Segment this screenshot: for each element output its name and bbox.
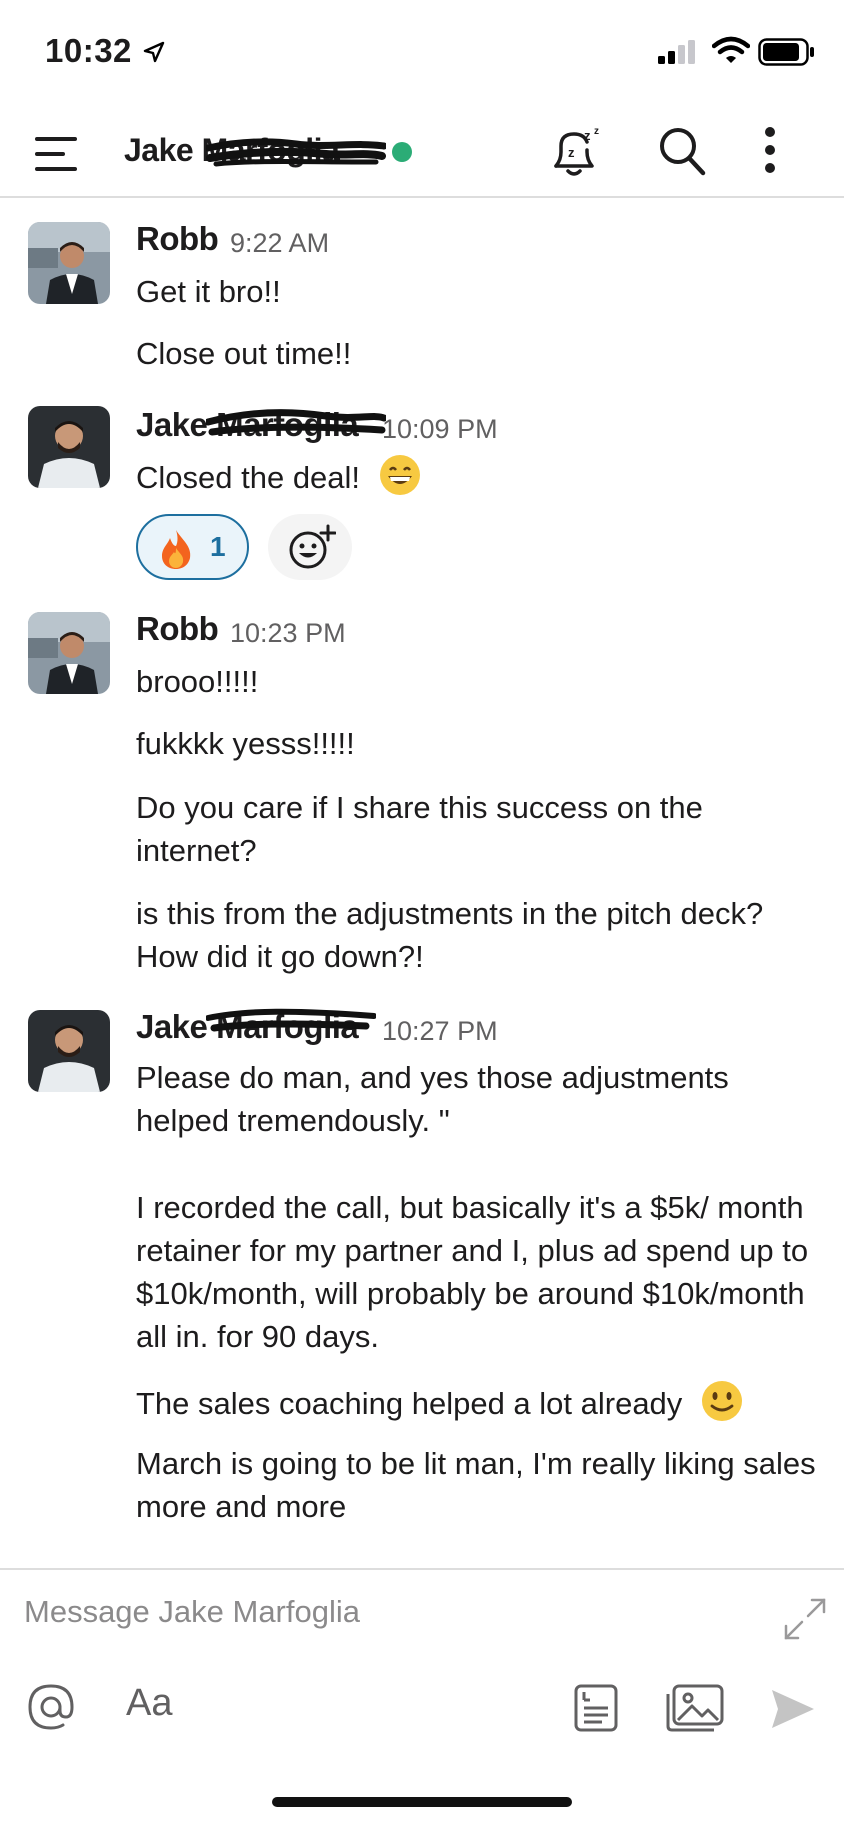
shortcuts-icon[interactable] [574, 1684, 618, 1732]
avatar-robb[interactable] [28, 612, 110, 694]
avatar-jake-photo [28, 1010, 110, 1092]
conversation-header: Jake Marfoglia [0, 110, 844, 198]
avatar-robb[interactable] [28, 222, 110, 304]
message-text: March is going to be lit man, I'm really… [136, 1446, 816, 1524]
redaction-scribble [206, 138, 386, 167]
message-sender[interactable]: Robb [136, 610, 219, 648]
add-reaction-icon [289, 524, 336, 569]
status-bar: 10:32 [0, 0, 844, 110]
message-text: Please do man, and yes those adjustments… [136, 1060, 729, 1138]
wifi-icon [712, 36, 750, 63]
avatar-jake[interactable] [28, 406, 110, 488]
redaction-scribble [206, 1008, 376, 1032]
message-timestamp[interactable]: 10:23 PM [230, 618, 346, 649]
svg-text:z: z [568, 145, 575, 160]
expand-icon[interactable] [784, 1598, 826, 1640]
status-time: 10:32 [45, 32, 132, 69]
message-list[interactable]: Robb 9:22 AM Get it bro!! Close out time… [0, 200, 844, 1570]
more-vertical-icon[interactable] [760, 126, 780, 174]
svg-text:z: z [584, 128, 591, 143]
message-text: is this from the adjustments in the pitc… [136, 896, 764, 974]
battery-icon [758, 38, 814, 66]
avatar-jake-photo [28, 406, 110, 488]
presence-indicator [392, 142, 412, 162]
message-composer: Aa [0, 1568, 844, 1827]
message-text: Closed the deal! [136, 460, 361, 495]
message-sender[interactable]: Robb [136, 220, 219, 258]
photo-gallery-icon[interactable] [666, 1684, 724, 1732]
message-text: Get it bro!! [136, 274, 281, 309]
add-reaction-button[interactable] [268, 514, 352, 580]
message-text-row: The sales coaching helped a lot already [136, 1380, 816, 1425]
avatar-robb-photo [28, 612, 110, 694]
redaction-scribble [206, 409, 386, 436]
format-text-button[interactable]: Aa [126, 1682, 172, 1725]
message-timestamp[interactable]: 10:09 PM [382, 414, 498, 445]
fire-emoji [162, 530, 191, 569]
location-arrow-icon [143, 41, 165, 63]
message-timestamp[interactable]: 9:22 AM [230, 228, 329, 259]
cellular-signal-icon [658, 40, 695, 64]
message-text: brooo!!!!! [136, 664, 259, 699]
reaction-fire[interactable]: 1 [136, 514, 249, 580]
home-indicator [272, 1797, 572, 1807]
slightly-smiling-face-emoji [701, 1381, 742, 1421]
message-text: Do you care if I share this success on t… [136, 790, 703, 868]
search-icon[interactable] [658, 126, 706, 176]
message-timestamp[interactable]: 10:27 PM [382, 1016, 498, 1047]
message-text-row: Closed the deal! [136, 454, 816, 499]
message-text: fukkkk yesss!!!!! [136, 726, 355, 761]
grinning-face-emoji [379, 455, 420, 495]
avatar-jake[interactable] [28, 1010, 110, 1092]
svg-text:z: z [594, 126, 599, 137]
avatar-robb-photo [28, 222, 110, 304]
message-text: The sales coaching helped a lot already [136, 1386, 683, 1421]
message-text: I recorded the call, but basically it's … [136, 1190, 809, 1354]
at-mention-icon[interactable] [26, 1682, 76, 1732]
hamburger-menu-icon[interactable] [35, 134, 77, 174]
message-input[interactable] [24, 1594, 744, 1630]
send-icon[interactable] [770, 1688, 816, 1730]
reaction-count: 1 [210, 531, 226, 562]
message-text: Close out time!! [136, 336, 352, 371]
snooze-bell-icon[interactable]: z z z [548, 124, 604, 180]
